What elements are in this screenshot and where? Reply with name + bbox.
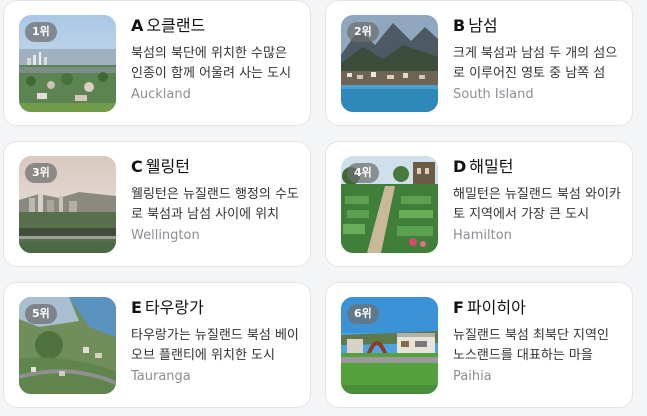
destination-card-south-island[interactable]: 2위 B 남섬 크게 북섬과 남섬 두 개의 섬으로 이루어진 영토 중 남쪽 섬… (325, 0, 633, 126)
rank-badge: 3위 (25, 163, 57, 183)
destination-name: 남섬 (468, 16, 498, 35)
destination-card-tauranga[interactable]: 5위 E 타우랑가 타우랑가는 뉴질랜드 북섬 베이 오브 플랜티에 위치한 도시… (3, 282, 311, 408)
destination-name: 오클랜드 (146, 16, 206, 35)
destination-english-name: Auckland (131, 87, 191, 102)
rank-badge: 5위 (25, 304, 57, 324)
destination-photo-auckland: 1위 (19, 15, 116, 112)
destination-english-name: South Island (453, 87, 534, 102)
destination-english-name: Hamilton (453, 228, 512, 243)
destination-letter: C (131, 157, 143, 176)
destination-photo-wellington: 3위 (19, 156, 116, 253)
destination-letter: D (453, 157, 467, 176)
destination-title: A 오클랜드 (131, 15, 299, 37)
rank-badge: 4위 (347, 163, 379, 183)
destination-english-name: Tauranga (131, 369, 191, 384)
destination-photo-hamilton: 4위 (341, 156, 438, 253)
destination-english-name: Wellington (131, 228, 200, 243)
destination-name: 웰링턴 (145, 157, 190, 176)
destination-name: 해밀턴 (469, 157, 514, 176)
destination-letter: E (131, 298, 142, 317)
destination-description: 크게 북섬과 남섬 두 개의 섬으로 이루어진 영토 중 남쪽 섬 (453, 46, 618, 81)
destination-card-hamilton[interactable]: 4위 D 해밀턴 해밀턴은 뉴질랜드 북섬 와이카토 지역에서 가장 큰 도시 H… (325, 141, 633, 267)
destination-photo-paihia: 6위 (341, 297, 438, 394)
destination-card-grid: 1위 A 오클랜드 북섬의 북단에 위치한 수많은 인종이 함께 어울려 사는 도… (0, 0, 647, 416)
destination-description: 웰링턴은 뉴질랜드 행정의 수도로 북섬과 남섬 사이에 위치 (131, 187, 299, 222)
destination-description: 북섬의 북단에 위치한 수많은 인종이 함께 어울려 사는 도시 (131, 46, 292, 81)
destination-card-wellington[interactable]: 3위 C 웰링턴 웰링턴은 뉴질랜드 행정의 수도로 북섬과 남섬 사이에 위치 … (3, 141, 311, 267)
destination-letter: B (453, 16, 466, 35)
destination-name: 타우랑가 (144, 298, 204, 317)
destination-description: 타우랑가는 뉴질랜드 북섬 베이 오브 플랜티에 위치한 도시 (131, 328, 299, 363)
destination-title: C 웰링턴 (131, 156, 299, 178)
rank-badge: 6위 (347, 304, 379, 324)
destination-english-name: Paihia (453, 369, 492, 384)
destination-description: 해밀턴은 뉴질랜드 북섬 와이카토 지역에서 가장 큰 도시 (453, 187, 621, 222)
destination-title: B 남섬 (453, 15, 621, 37)
rank-badge: 2위 (347, 22, 379, 42)
destination-name: 파이히아 (466, 298, 526, 317)
destination-card-paihia[interactable]: 6위 F 파이히아 뉴질랜드 북섬 최북단 지역인 노스랜드를 대표하는 마을 P… (325, 282, 633, 408)
rank-badge: 1위 (25, 22, 57, 42)
destination-letter: A (131, 16, 144, 35)
destination-title: E 타우랑가 (131, 297, 299, 319)
destination-title: D 해밀턴 (453, 156, 621, 178)
destination-description: 뉴질랜드 북섬 최북단 지역인 노스랜드를 대표하는 마을 (453, 328, 609, 363)
destination-photo-south-island: 2위 (341, 15, 438, 112)
destination-letter: F (453, 298, 464, 317)
destination-title: F 파이히아 (453, 297, 621, 319)
destination-card-auckland[interactable]: 1위 A 오클랜드 북섬의 북단에 위치한 수많은 인종이 함께 어울려 사는 도… (3, 0, 311, 126)
destination-photo-tauranga: 5위 (19, 297, 116, 394)
